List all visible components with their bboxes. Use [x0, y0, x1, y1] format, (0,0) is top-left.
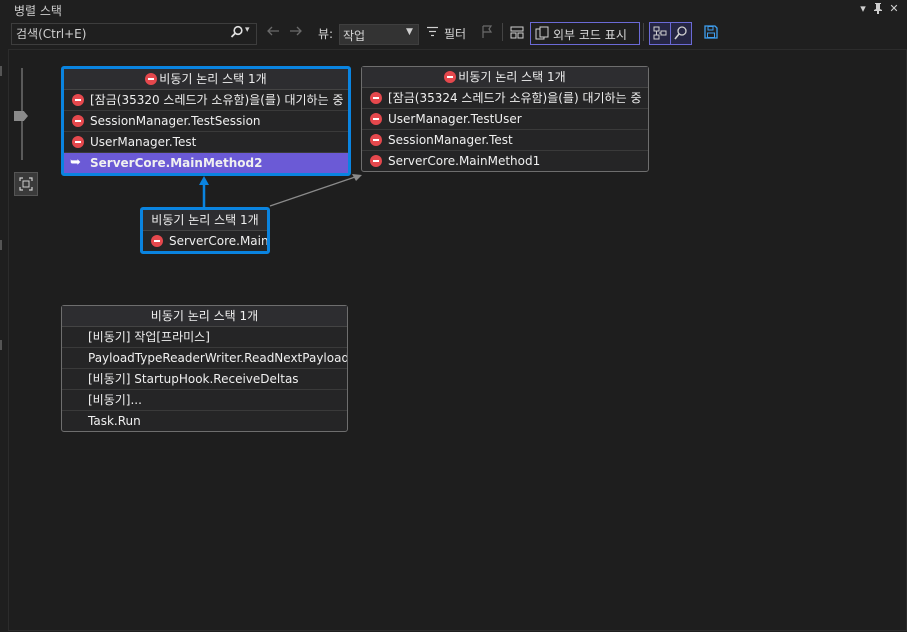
- breakpoint-icon: [72, 136, 84, 148]
- stack-frame[interactable]: SessionManager.Test: [362, 130, 648, 151]
- stack-frame-current[interactable]: ➥ ServerCore.MainMethod2: [64, 153, 348, 173]
- stack-frame[interactable]: [비동기] 작업[프라미스]: [62, 327, 347, 348]
- stack-frame[interactable]: UserManager.Test: [64, 132, 348, 153]
- breakpoint-icon: [72, 115, 84, 127]
- frame-label: [잠금(35320 스레드가 소유함)을(를) 대기하는 중: [90, 93, 344, 107]
- frame-label: SessionManager.Test: [388, 133, 513, 147]
- connector: [269, 175, 359, 207]
- stack-frame[interactable]: ServerCore.MainMethod1: [362, 151, 648, 171]
- frame-label: [비동기]...: [88, 393, 142, 407]
- stack-node-header: 비동기 논리 스택 1개: [362, 67, 648, 88]
- stack-node[interactable]: 비동기 논리 스택 1개 [잠금(35320 스레드가 소유함)을(를) 대기하…: [61, 66, 351, 176]
- stack-frame[interactable]: [잠금(35320 스레드가 소유함)을(를) 대기하는 중: [64, 90, 348, 111]
- stack-frame[interactable]: PayloadTypeReaderWriter.ReadNextPayloadT…: [62, 348, 347, 369]
- frame-label: UserManager.Test: [90, 135, 197, 149]
- frame-label: [비동기] 작업[프라미스]: [88, 330, 210, 344]
- frame-label: PayloadTypeReaderWriter.ReadNextPayloadT…: [88, 351, 347, 365]
- stack-frame[interactable]: ServerCore.Main: [143, 231, 267, 251]
- stack-frame[interactable]: UserManager.TestUser: [362, 109, 648, 130]
- breakpoint-icon: [370, 134, 382, 146]
- breakpoint-icon: [370, 113, 382, 125]
- breakpoint-icon: [151, 235, 163, 247]
- stack-frame[interactable]: [비동기] StartupHook.ReceiveDeltas: [62, 369, 347, 390]
- frame-label: ServerCore.MainMethod2: [90, 156, 263, 170]
- breakpoint-icon: [370, 92, 382, 104]
- frame-label: ServerCore.MainMethod1: [388, 154, 541, 168]
- stack-frame[interactable]: [비동기]...: [62, 390, 347, 411]
- stack-node-header: 비동기 논리 스택 1개: [62, 306, 347, 327]
- frame-label: Task.Run: [88, 414, 141, 428]
- stack-node-title: 비동기 논리 스택 1개: [151, 213, 259, 227]
- frame-label: ServerCore.Main: [169, 234, 267, 248]
- frame-label: SessionManager.TestSession: [90, 114, 261, 128]
- stack-node-title: 비동기 논리 스택 1개: [150, 309, 259, 323]
- stack-node[interactable]: 비동기 논리 스택 1개 ServerCore.Main: [140, 207, 270, 254]
- stack-node[interactable]: 비동기 논리 스택 1개 [비동기] 작업[프라미스] PayloadTypeR…: [61, 305, 348, 432]
- stack-node-title: 비동기 논리 스택 1개: [458, 70, 566, 84]
- stack-node[interactable]: 비동기 논리 스택 1개 [잠금(35324 스레드가 소유함)을(를) 대기하…: [361, 66, 649, 172]
- breakpoint-icon: [145, 73, 158, 85]
- stack-frame[interactable]: SessionManager.TestSession: [64, 111, 348, 132]
- breakpoint-icon: [72, 94, 84, 106]
- stack-node-header: 비동기 논리 스택 1개: [64, 69, 348, 90]
- breakpoint-icon: [370, 155, 382, 167]
- current-thread-arrow-icon: ➥: [70, 155, 81, 170]
- stack-frame[interactable]: Task.Run: [62, 411, 347, 431]
- stack-node-title: 비동기 논리 스택 1개: [159, 72, 267, 86]
- stack-node-header: 비동기 논리 스택 1개: [143, 210, 267, 231]
- stack-frame[interactable]: [잠금(35324 스레드가 소유함)을(를) 대기하는 중: [362, 88, 648, 109]
- frame-label: UserManager.TestUser: [388, 112, 522, 126]
- connector-arrowhead: [199, 176, 209, 185]
- breakpoint-icon: [444, 71, 457, 83]
- frame-label: [비동기] StartupHook.ReceiveDeltas: [88, 372, 299, 386]
- frame-label: [잠금(35324 스레드가 소유함)을(를) 대기하는 중: [388, 91, 642, 105]
